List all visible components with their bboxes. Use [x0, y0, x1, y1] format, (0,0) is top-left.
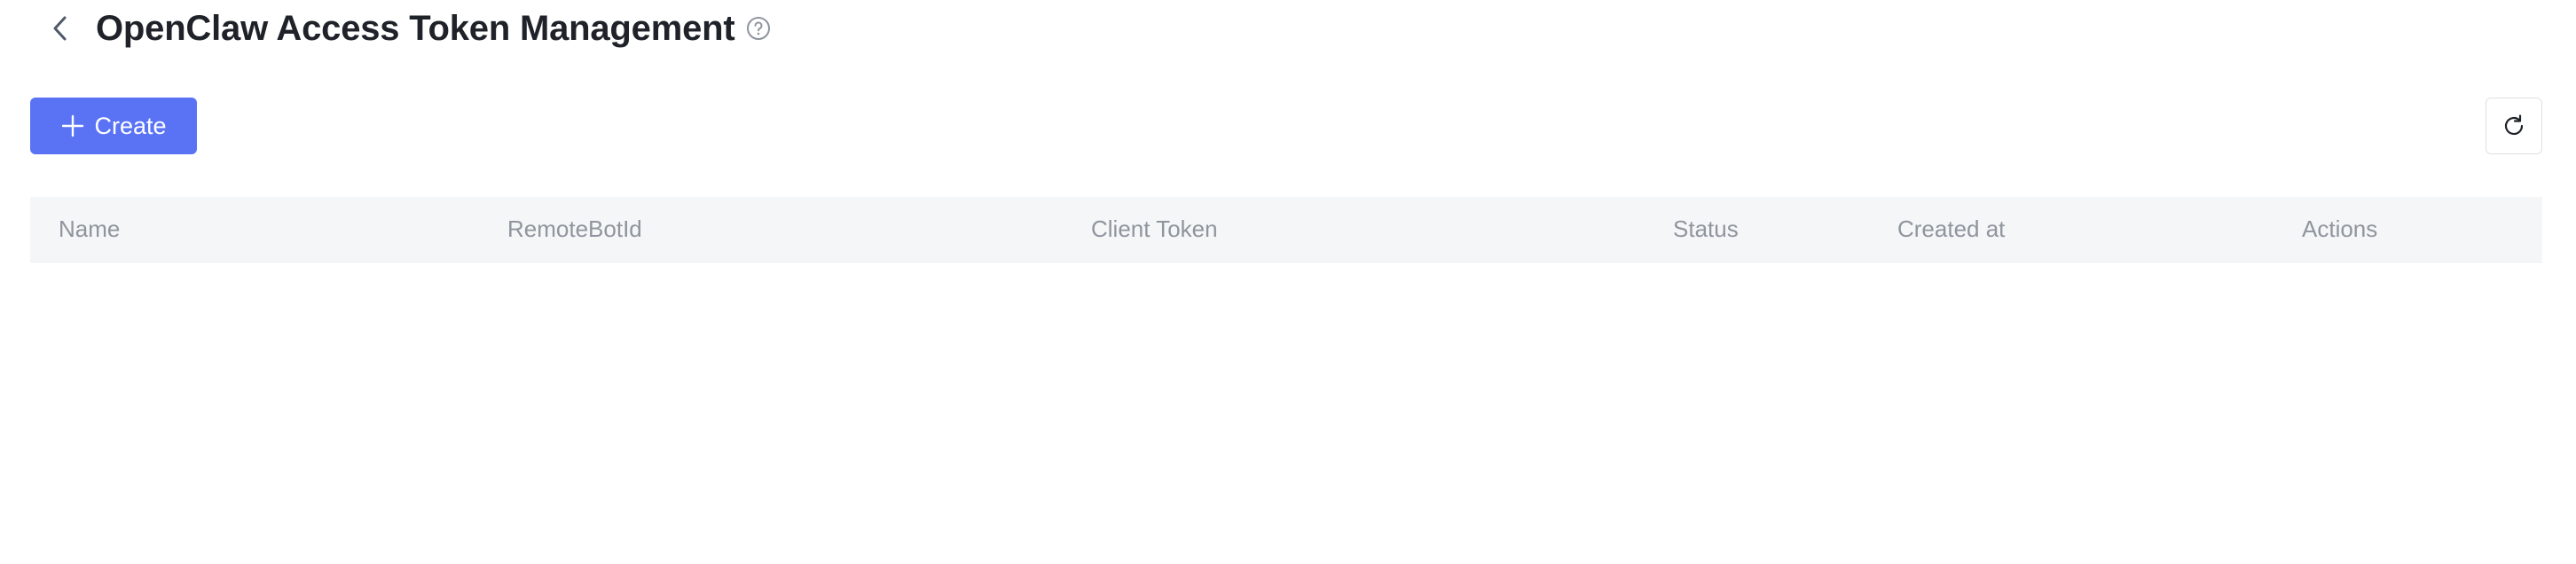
column-header-actions: Actions	[2302, 215, 2378, 242]
chevron-left-icon	[53, 16, 67, 41]
create-button-label: Create	[94, 112, 167, 139]
column-header-remote-bot-id: RemoteBotId	[507, 215, 642, 242]
page: OpenClaw Access Token Management Create …	[0, 0, 2576, 564]
tokens-table: Name RemoteBotId Client Token Status Cre…	[30, 197, 2542, 262]
plus-icon	[60, 114, 85, 138]
column-header-name: Name	[59, 215, 121, 242]
column-header-status: Status	[1673, 215, 1739, 242]
refresh-button[interactable]	[2486, 98, 2542, 154]
column-header-client-token: Client Token	[1091, 215, 1218, 242]
help-button[interactable]	[745, 15, 772, 42]
column-header-created-at: Created at	[1897, 215, 2006, 242]
create-button[interactable]: Create	[30, 98, 197, 154]
page-title: OpenClaw Access Token Management	[96, 8, 735, 48]
question-circle-icon	[747, 17, 771, 40]
page-header: OpenClaw Access Token Management	[30, 0, 772, 57]
back-button[interactable]	[37, 5, 83, 51]
table-header: Name RemoteBotId Client Token Status Cre…	[30, 197, 2542, 262]
refresh-icon	[2504, 114, 2524, 136]
